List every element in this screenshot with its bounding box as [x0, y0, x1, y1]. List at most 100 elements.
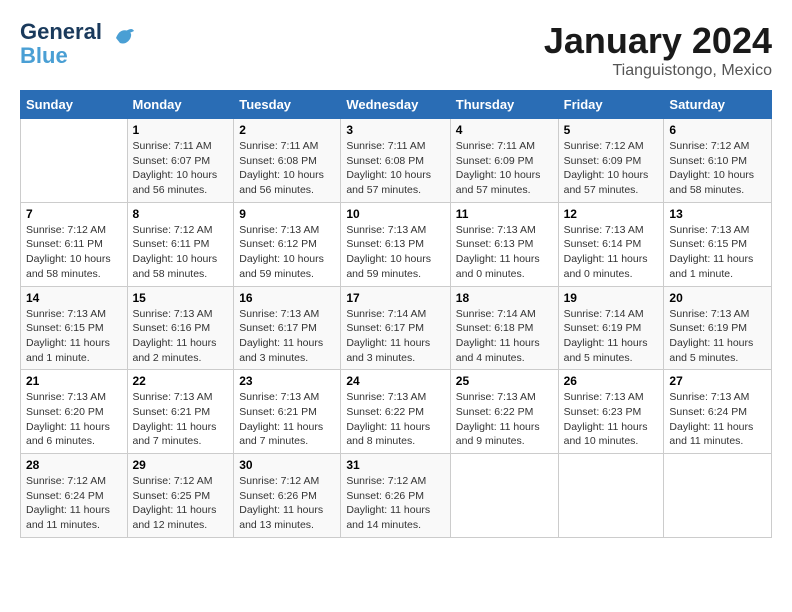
header-wednesday: Wednesday [341, 91, 450, 119]
day-number: 23 [239, 374, 335, 388]
header-saturday: Saturday [664, 91, 772, 119]
day-info: Sunrise: 7:13 AM Sunset: 6:21 PM Dayligh… [133, 390, 229, 449]
logo-text: GeneralBlue [20, 19, 102, 68]
day-number: 24 [346, 374, 444, 388]
calendar-cell: 10 Sunrise: 7:13 AM Sunset: 6:13 PM Dayli… [341, 202, 450, 286]
day-info: Sunrise: 7:14 AM Sunset: 6:17 PM Dayligh… [346, 307, 444, 366]
calendar-cell: 8 Sunrise: 7:12 AM Sunset: 6:11 PM Daylig… [127, 202, 234, 286]
title-block: January 2024 Tianguistongo, Mexico [544, 20, 772, 80]
calendar-week-row: 28 Sunrise: 7:12 AM Sunset: 6:24 PM Dayli… [21, 454, 772, 538]
day-info: Sunrise: 7:11 AM Sunset: 6:07 PM Dayligh… [133, 139, 229, 198]
day-number: 8 [133, 207, 229, 221]
calendar-cell: 1 Sunrise: 7:11 AM Sunset: 6:07 PM Daylig… [127, 119, 234, 203]
calendar-cell: 27Sunrise: 7:13 AM Sunset: 6:24 PM Dayli… [664, 370, 772, 454]
day-info: Sunrise: 7:13 AM Sunset: 6:17 PM Dayligh… [239, 307, 335, 366]
calendar-title: January 2024 [544, 20, 772, 62]
calendar-table: SundayMondayTuesdayWednesdayThursdayFrid… [20, 90, 772, 538]
day-number: 18 [456, 291, 553, 305]
day-info: Sunrise: 7:14 AM Sunset: 6:19 PM Dayligh… [564, 307, 659, 366]
day-info: Sunrise: 7:13 AM Sunset: 6:19 PM Dayligh… [669, 307, 766, 366]
day-number: 16 [239, 291, 335, 305]
day-number: 20 [669, 291, 766, 305]
day-number: 28 [26, 458, 122, 472]
day-number: 1 [133, 123, 229, 137]
day-number: 22 [133, 374, 229, 388]
page-header: GeneralBlue January 2024 Tianguistongo, … [20, 20, 772, 80]
header-sunday: Sunday [21, 91, 128, 119]
logo-bird-icon [108, 23, 138, 53]
header-friday: Friday [558, 91, 664, 119]
calendar-cell: 20 Sunrise: 7:13 AM Sunset: 6:19 PM Dayli… [664, 286, 772, 370]
header-monday: Monday [127, 91, 234, 119]
day-info: Sunrise: 7:13 AM Sunset: 6:21 PM Dayligh… [239, 390, 335, 449]
day-info: Sunrise: 7:13 AM Sunset: 6:22 PM Dayligh… [456, 390, 553, 449]
calendar-cell: 11 Sunrise: 7:13 AM Sunset: 6:13 PM Dayli… [450, 202, 558, 286]
day-number: 6 [669, 123, 766, 137]
day-number: 2 [239, 123, 335, 137]
day-info: Sunrise: 7:13 AM Sunset: 6:15 PM Dayligh… [26, 307, 122, 366]
day-number: 19 [564, 291, 659, 305]
calendar-week-row: 14 Sunrise: 7:13 AM Sunset: 6:15 PM Dayli… [21, 286, 772, 370]
day-number: 7 [26, 207, 122, 221]
day-info: Sunrise: 7:13 AM Sunset: 6:22 PM Dayligh… [346, 390, 444, 449]
day-number: 21 [26, 374, 122, 388]
header-tuesday: Tuesday [234, 91, 341, 119]
day-number: 4 [456, 123, 553, 137]
day-info: Sunrise: 7:13 AM Sunset: 6:14 PM Dayligh… [564, 223, 659, 282]
day-info: Sunrise: 7:12 AM Sunset: 6:10 PM Dayligh… [669, 139, 766, 198]
calendar-cell [450, 454, 558, 538]
calendar-cell: 5Sunrise: 7:12 AM Sunset: 6:09 PM Daylig… [558, 119, 664, 203]
day-info: Sunrise: 7:13 AM Sunset: 6:13 PM Dayligh… [456, 223, 553, 282]
day-number: 14 [26, 291, 122, 305]
day-number: 9 [239, 207, 335, 221]
calendar-cell: 16 Sunrise: 7:13 AM Sunset: 6:17 PM Dayli… [234, 286, 341, 370]
calendar-cell: 19 Sunrise: 7:14 AM Sunset: 6:19 PM Dayli… [558, 286, 664, 370]
day-number: 17 [346, 291, 444, 305]
day-number: 31 [346, 458, 444, 472]
calendar-cell [664, 454, 772, 538]
day-info: Sunrise: 7:12 AM Sunset: 6:09 PM Dayligh… [564, 139, 659, 198]
day-info: Sunrise: 7:12 AM Sunset: 6:24 PM Dayligh… [26, 474, 122, 533]
calendar-week-row: 21 Sunrise: 7:13 AM Sunset: 6:20 PM Dayli… [21, 370, 772, 454]
day-info: Sunrise: 7:12 AM Sunset: 6:11 PM Dayligh… [26, 223, 122, 282]
header-thursday: Thursday [450, 91, 558, 119]
day-number: 12 [564, 207, 659, 221]
calendar-header-row: SundayMondayTuesdayWednesdayThursdayFrid… [21, 91, 772, 119]
day-number: 10 [346, 207, 444, 221]
day-number: 30 [239, 458, 335, 472]
calendar-cell [21, 119, 128, 203]
day-number: 25 [456, 374, 553, 388]
calendar-cell [558, 454, 664, 538]
day-info: Sunrise: 7:13 AM Sunset: 6:12 PM Dayligh… [239, 223, 335, 282]
calendar-week-row: 7 Sunrise: 7:12 AM Sunset: 6:11 PM Daylig… [21, 202, 772, 286]
day-info: Sunrise: 7:12 AM Sunset: 6:26 PM Dayligh… [239, 474, 335, 533]
calendar-cell: 14 Sunrise: 7:13 AM Sunset: 6:15 PM Dayli… [21, 286, 128, 370]
day-number: 15 [133, 291, 229, 305]
calendar-cell: 22 Sunrise: 7:13 AM Sunset: 6:21 PM Dayli… [127, 370, 234, 454]
calendar-cell: 30 Sunrise: 7:12 AM Sunset: 6:26 PM Dayli… [234, 454, 341, 538]
day-info: Sunrise: 7:13 AM Sunset: 6:16 PM Dayligh… [133, 307, 229, 366]
day-info: Sunrise: 7:13 AM Sunset: 6:20 PM Dayligh… [26, 390, 122, 449]
calendar-subtitle: Tianguistongo, Mexico [544, 62, 772, 80]
calendar-cell: 15 Sunrise: 7:13 AM Sunset: 6:16 PM Dayli… [127, 286, 234, 370]
day-info: Sunrise: 7:11 AM Sunset: 6:08 PM Dayligh… [346, 139, 444, 198]
calendar-week-row: 1 Sunrise: 7:11 AM Sunset: 6:07 PM Daylig… [21, 119, 772, 203]
day-info: Sunrise: 7:11 AM Sunset: 6:08 PM Dayligh… [239, 139, 335, 198]
day-info: Sunrise: 7:14 AM Sunset: 6:18 PM Dayligh… [456, 307, 553, 366]
calendar-cell: 25 Sunrise: 7:13 AM Sunset: 6:22 PM Dayli… [450, 370, 558, 454]
day-info: Sunrise: 7:12 AM Sunset: 6:26 PM Dayligh… [346, 474, 444, 533]
calendar-cell: 31 Sunrise: 7:12 AM Sunset: 6:26 PM Dayli… [341, 454, 450, 538]
day-number: 29 [133, 458, 229, 472]
calendar-cell: 9 Sunrise: 7:13 AM Sunset: 6:12 PM Daylig… [234, 202, 341, 286]
calendar-cell: 3 Sunrise: 7:11 AM Sunset: 6:08 PM Daylig… [341, 119, 450, 203]
calendar-cell: 12 Sunrise: 7:13 AM Sunset: 6:14 PM Dayli… [558, 202, 664, 286]
calendar-cell: 23 Sunrise: 7:13 AM Sunset: 6:21 PM Dayli… [234, 370, 341, 454]
day-number: 3 [346, 123, 444, 137]
day-number: 27 [669, 374, 766, 388]
calendar-cell: 4Sunrise: 7:11 AM Sunset: 6:09 PM Daylig… [450, 119, 558, 203]
day-info: Sunrise: 7:13 AM Sunset: 6:13 PM Dayligh… [346, 223, 444, 282]
day-info: Sunrise: 7:12 AM Sunset: 6:11 PM Dayligh… [133, 223, 229, 282]
calendar-cell: 17 Sunrise: 7:14 AM Sunset: 6:17 PM Dayli… [341, 286, 450, 370]
calendar-cell: 7 Sunrise: 7:12 AM Sunset: 6:11 PM Daylig… [21, 202, 128, 286]
day-number: 11 [456, 207, 553, 221]
